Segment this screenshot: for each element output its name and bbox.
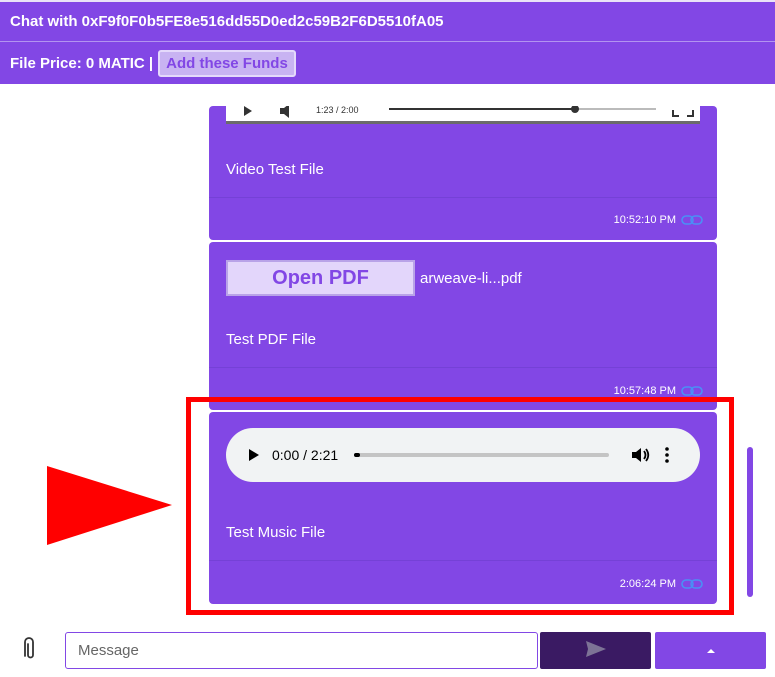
message-video: 1:23 / 2:00 Video Test File 10:52:10 PM bbox=[209, 104, 717, 240]
pdf-file-name: arweave-li...pdf bbox=[420, 270, 522, 287]
message-input[interactable] bbox=[65, 632, 538, 669]
message-pdf: Open PDF arweave-li...pdf Test PDF File … bbox=[209, 242, 717, 410]
message-caption: Test PDF File bbox=[226, 331, 317, 348]
send-icon bbox=[585, 641, 606, 657]
message-timestamp: 10:52:10 PM bbox=[613, 214, 676, 226]
file-price-label: File Price: 0 MATIC | bbox=[10, 54, 154, 72]
chat-scrollbar[interactable] bbox=[747, 447, 753, 597]
volume-icon[interactable] bbox=[280, 104, 289, 118]
video-time: 1:23 / 2:00 bbox=[316, 106, 359, 115]
expand-button[interactable] bbox=[655, 632, 766, 669]
message-divider bbox=[209, 197, 717, 198]
message-composer bbox=[0, 620, 775, 677]
send-button[interactable] bbox=[540, 632, 651, 669]
message-timestamp: 10:57:48 PM bbox=[613, 385, 676, 397]
link-icon[interactable] bbox=[681, 214, 703, 226]
open-pdf-button[interactable]: Open PDF bbox=[226, 260, 415, 296]
message-caption: Video Test File bbox=[226, 161, 324, 178]
paperclip-icon[interactable] bbox=[18, 636, 40, 662]
link-icon[interactable] bbox=[681, 385, 703, 397]
video-player[interactable]: 1:23 / 2:00 bbox=[226, 104, 700, 124]
message-footer: 10:57:48 PM bbox=[614, 385, 703, 397]
caret-up-icon bbox=[706, 649, 715, 653]
chat-title: Chat with 0xF9f0F0b5FE8e516dd55D0ed2c59B… bbox=[10, 13, 444, 30]
pointer-arrow bbox=[47, 466, 172, 545]
message-footer: 10:52:10 PM bbox=[614, 214, 703, 226]
fullscreen-icon[interactable] bbox=[672, 110, 694, 117]
video-scrubber[interactable] bbox=[571, 105, 579, 113]
play-icon[interactable] bbox=[244, 106, 252, 116]
chat-header: Chat with 0xF9f0F0b5FE8e516dd55D0ed2c59B… bbox=[0, 0, 775, 84]
video-controls: 1:23 / 2:00 bbox=[244, 104, 694, 118]
add-funds-button[interactable]: Add these Funds bbox=[158, 49, 296, 77]
message-divider bbox=[209, 367, 717, 368]
chat-title-row: Chat with 0xF9f0F0b5FE8e516dd55D0ed2c59B… bbox=[0, 0, 775, 42]
file-price-row: File Price: 0 MATIC | Add these Funds bbox=[0, 42, 775, 84]
highlight-box bbox=[186, 397, 734, 615]
